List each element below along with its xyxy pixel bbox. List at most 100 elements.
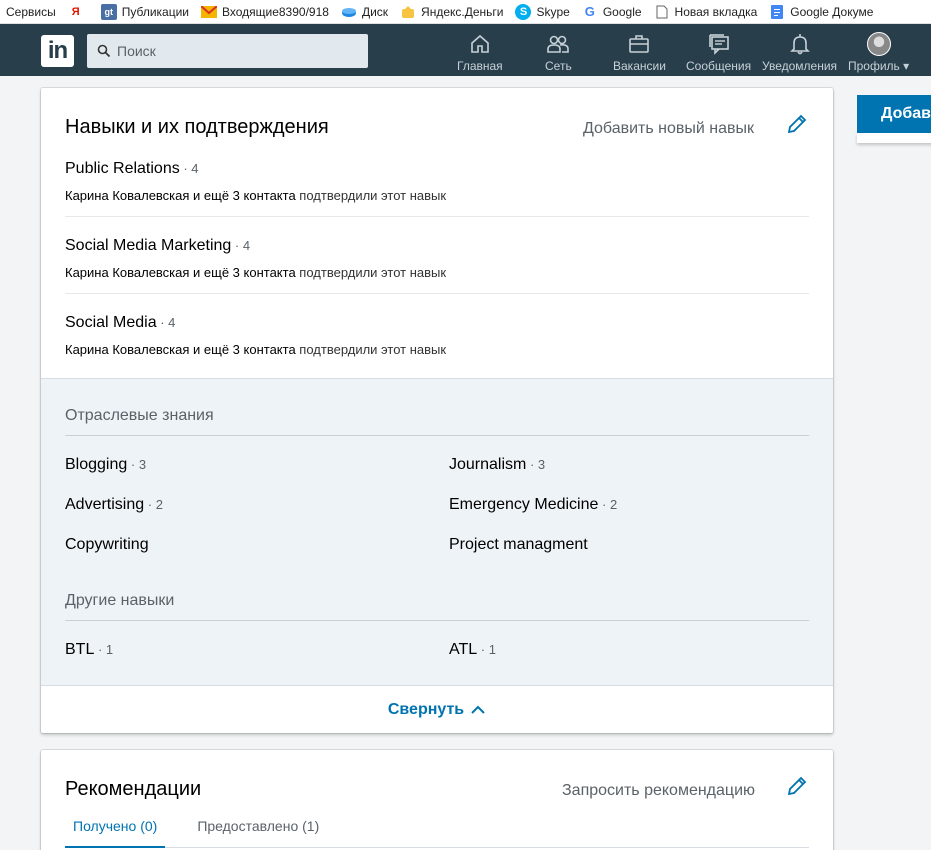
recommendation-tabs: Получено (0) Предоставлено (1) bbox=[65, 814, 809, 848]
avatar bbox=[866, 32, 891, 56]
add-profile-section-button[interactable]: Добави bbox=[857, 95, 931, 133]
bookmark-google-docs[interactable]: Google Докуме bbox=[763, 0, 879, 23]
bell-icon bbox=[789, 34, 810, 55]
endorse-text: подтвердили этот навык bbox=[295, 342, 447, 357]
linkedin-logo-mark: in bbox=[47, 37, 68, 64]
search-box[interactable] bbox=[87, 34, 368, 68]
bookmark-disk[interactable]: Диск bbox=[335, 0, 394, 23]
endorsers[interactable]: Карина Ковалевская и ещё 3 контакта bbox=[65, 342, 296, 357]
divider bbox=[65, 216, 809, 217]
skill-item[interactable]: Journalism · 3 bbox=[449, 456, 545, 474]
linkedin-logo[interactable]: in bbox=[41, 35, 74, 67]
divider bbox=[65, 293, 809, 294]
skill-count: · 4 bbox=[231, 238, 251, 253]
skill-count: · 4 bbox=[179, 161, 199, 176]
skill-item[interactable]: Social Media Marketing · 4 Карина Ковале… bbox=[65, 237, 809, 280]
skill-name: Journalism bbox=[449, 456, 527, 473]
recommendations-card: Рекомендации Запросить рекомендацию Полу… bbox=[41, 750, 833, 850]
divider bbox=[65, 620, 809, 621]
money-icon bbox=[400, 4, 416, 20]
bookmarks-bar: Сервисы Я gt Публикации Входящие8390/918… bbox=[0, 0, 931, 24]
home-icon bbox=[471, 34, 489, 53]
bookmark-publications[interactable]: gt Публикации bbox=[95, 0, 195, 23]
bookmark-skype[interactable]: S Skype bbox=[509, 0, 575, 23]
skill-item[interactable]: ATL · 1 bbox=[449, 641, 496, 659]
bookmark-label: Публикации bbox=[121, 4, 189, 19]
disk-icon bbox=[341, 4, 357, 20]
skill-count: · 2 bbox=[598, 497, 618, 512]
bookmark-label: Сервисы bbox=[6, 4, 56, 19]
endorsers[interactable]: Карина Ковалевская и ещё 3 контакта bbox=[65, 265, 296, 280]
skill-name: Copywriting bbox=[65, 536, 149, 553]
nav-messages-label: Сообщения bbox=[686, 59, 752, 73]
skill-item[interactable]: BTL · 1 bbox=[65, 641, 113, 659]
skill-item[interactable]: Blogging · 3 bbox=[65, 456, 146, 474]
bookmark-label: Яндекс.Деньги bbox=[421, 4, 504, 19]
skill-item[interactable]: Advertising · 2 bbox=[65, 496, 163, 514]
collapse-label: Свернуть bbox=[387, 700, 465, 718]
endorse-text: подтвердили этот навык bbox=[295, 265, 447, 280]
skill-count: · 3 bbox=[127, 457, 147, 472]
skill-count: · 4 bbox=[156, 315, 176, 330]
skill-count: · 1 bbox=[477, 642, 496, 657]
skype-icon: S bbox=[515, 3, 532, 20]
skill-item[interactable]: Emergency Medicine · 2 bbox=[449, 496, 617, 514]
bookmark-services[interactable]: Сервисы bbox=[0, 0, 62, 23]
bookmark-yandex-money[interactable]: Яндекс.Деньги bbox=[394, 0, 509, 23]
nav-home[interactable]: Главная bbox=[457, 32, 503, 73]
search-icon bbox=[97, 44, 111, 58]
bookmark-label: Skype bbox=[536, 4, 570, 19]
tab-given[interactable]: Предоставлено (1) bbox=[189, 814, 327, 848]
side-card bbox=[857, 133, 931, 143]
page-icon bbox=[654, 4, 670, 20]
bookmark-label: Google bbox=[602, 4, 642, 19]
expanded-skills: Отраслевые знания Blogging · 3 Journalis… bbox=[41, 378, 833, 686]
skill-item[interactable]: Copywriting bbox=[65, 536, 149, 554]
skill-endorsements: Карина Ковалевская и ещё 3 контакта подт… bbox=[65, 265, 809, 280]
nav-profile-label: Профиль ▾ bbox=[848, 59, 910, 73]
nav-jobs[interactable]: Вакансии bbox=[613, 32, 666, 73]
endorse-text: подтвердили этот навык bbox=[295, 188, 447, 203]
skill-name: Blogging bbox=[65, 456, 128, 473]
skill-count: · 1 bbox=[94, 642, 114, 657]
nav-home-label: Главная bbox=[457, 59, 503, 73]
skill-name: BTL bbox=[65, 641, 95, 658]
yandex-icon: Я bbox=[71, 5, 80, 18]
collapse-button[interactable]: Свернуть bbox=[41, 686, 833, 733]
tab-received[interactable]: Получено (0) bbox=[65, 814, 166, 848]
search-input[interactable] bbox=[117, 43, 347, 59]
divider bbox=[65, 435, 809, 436]
bookmark-label: Google Докуме bbox=[790, 4, 874, 19]
nav-network[interactable]: Сеть bbox=[545, 32, 572, 73]
skill-item[interactable]: Social Media · 4 Карина Ковалевская и ещ… bbox=[65, 314, 809, 357]
bookmark-new-tab[interactable]: Новая вкладка bbox=[648, 0, 764, 23]
skill-name: ATL bbox=[449, 641, 478, 658]
skills-card: Навыки и их подтверждения Добавить новый… bbox=[41, 88, 833, 733]
request-recommendation-link[interactable]: Запросить рекомендацию bbox=[562, 782, 755, 800]
skill-item[interactable]: Project managment bbox=[449, 536, 588, 554]
add-skill-link[interactable]: Добавить новый навык bbox=[583, 120, 754, 138]
skill-item[interactable]: Public Relations · 4 Карина Ковалевская … bbox=[65, 160, 809, 203]
skill-count: · 3 bbox=[526, 457, 546, 472]
bookmark-google[interactable]: G Google bbox=[576, 0, 648, 23]
nav-profile[interactable]: Профиль ▾ bbox=[848, 32, 909, 73]
gmail-icon bbox=[200, 4, 217, 20]
docs-icon bbox=[769, 4, 785, 20]
other-skills-title: Другие навыки bbox=[65, 592, 175, 609]
pencil-icon[interactable] bbox=[785, 112, 809, 136]
skill-endorsements: Карина Ковалевская и ещё 3 контакта подт… bbox=[65, 188, 809, 203]
bookmark-label: Входящие8390/918 bbox=[221, 4, 329, 19]
bookmark-label: Новая вкладка bbox=[674, 4, 758, 19]
network-icon bbox=[547, 35, 570, 53]
bookmark-inbox[interactable]: Входящие8390/918 bbox=[195, 0, 335, 23]
nav-notifications[interactable]: Уведомления bbox=[762, 32, 837, 73]
skill-count: · 2 bbox=[144, 497, 163, 512]
gt-icon: gt bbox=[100, 3, 117, 20]
bookmark-yandex[interactable]: Я bbox=[62, 0, 95, 23]
recommendations-title: Рекомендации bbox=[65, 778, 202, 800]
messages-icon bbox=[708, 34, 729, 55]
nav-messages[interactable]: Сообщения bbox=[686, 32, 751, 73]
skill-name: Emergency Medicine bbox=[449, 496, 599, 513]
endorsers[interactable]: Карина Ковалевская и ещё 3 контакта bbox=[65, 188, 296, 203]
pencil-icon[interactable] bbox=[785, 774, 809, 798]
